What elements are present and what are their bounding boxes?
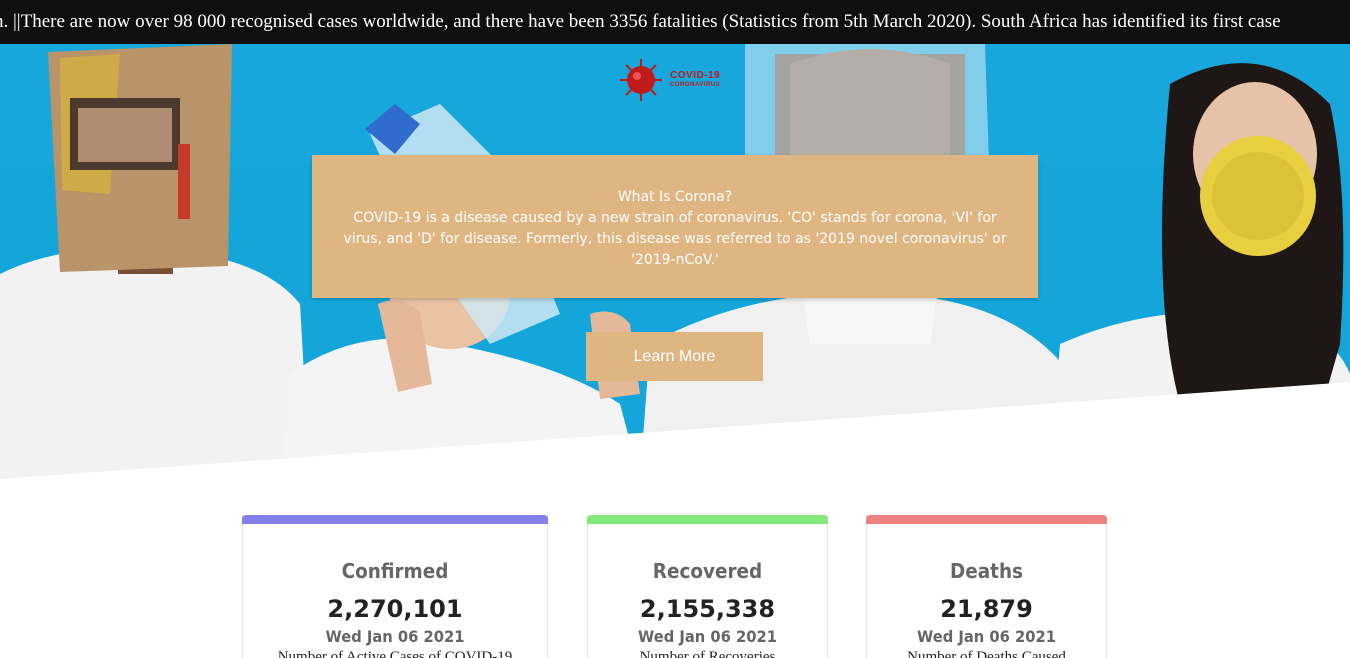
recovered-card: Recovered 2,155,338 Wed Jan 06 2021 Numb…: [587, 515, 828, 658]
card-description: Number of Deaths Caused: [907, 649, 1066, 658]
card-date: Wed Jan 06 2021: [325, 627, 465, 646]
ticker-text: h. ||There are now over 98 000 recognise…: [0, 11, 1281, 32]
what-is-corona-box: What Is Corona? COVID-19 is a disease ca…: [312, 155, 1038, 298]
card-value: 21,879: [940, 595, 1033, 623]
card-title: Deaths: [949, 559, 1024, 583]
card-description: Number of Recoveries: [639, 649, 776, 658]
card-value: 2,155,338: [639, 595, 776, 623]
learn-more-button[interactable]: Learn More: [586, 332, 763, 381]
confirmed-card: Confirmed 2,270,101 Wed Jan 06 2021 Numb…: [242, 515, 548, 658]
news-ticker: h. ||There are now over 98 000 recognise…: [0, 0, 1350, 44]
recovered-color-bar: [587, 515, 828, 524]
info-title: What Is Corona?: [617, 189, 733, 205]
confirmed-color-bar: [242, 515, 548, 524]
card-date: Wed Jan 06 2021: [638, 627, 777, 646]
logo-subtitle: CORONAVIRUS: [670, 82, 721, 88]
deaths-card: Deaths 21,879 Wed Jan 06 2021 Number of …: [866, 515, 1107, 658]
logo-title: COVID-19: [670, 70, 721, 81]
virus-icon: [620, 59, 662, 101]
covid-logo: COVID-19 CORONAVIRUS: [618, 57, 730, 105]
card-title: Recovered: [652, 559, 763, 583]
card-value: 2,270,101: [327, 595, 463, 623]
card-date: Wed Jan 06 2021: [917, 627, 1056, 646]
card-title: Confirmed: [341, 559, 449, 583]
info-body: COVID-19 is a disease caused by a new st…: [343, 210, 1007, 268]
deaths-color-bar: [866, 515, 1107, 524]
card-description: Number of Active Cases of COVID-19: [277, 649, 513, 658]
